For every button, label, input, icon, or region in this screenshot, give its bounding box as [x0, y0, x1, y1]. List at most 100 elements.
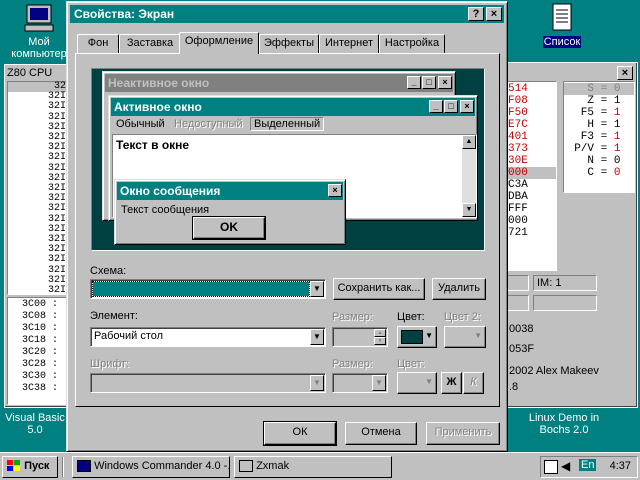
computer-icon — [24, 4, 54, 32]
flag-row: H = 1 — [587, 119, 621, 131]
preview-message-ok-button[interactable]: OK — [192, 216, 266, 240]
color2-picker-button: ▼ — [444, 326, 486, 348]
speaker-icon[interactable]: ◀ — [561, 459, 570, 473]
preview-window-text: Текст в окне — [116, 138, 190, 152]
memory-row: 3C18 : — [22, 335, 59, 346]
color-picker-button[interactable]: ▼ — [397, 326, 437, 348]
disasm-row: 32I — [47, 285, 66, 297]
font-color-label: Цвет: — [397, 358, 425, 370]
flag-row: N = 0 — [587, 155, 621, 167]
hex-row: 000 — [508, 167, 556, 179]
taskbar-item-zxmak[interactable]: Zxmak — [234, 456, 392, 478]
register-hex-list: 514 F08 F50 E7C 401 373 30E 000 C3A DBA … — [507, 81, 557, 271]
minimize-icon: _ — [429, 100, 443, 113]
credit-text: 2002 Alex Makeev — [509, 365, 599, 377]
desktop-icon-label: Список — [542, 36, 582, 48]
desktop-icon-label: Мой компьютер — [11, 36, 67, 60]
scheduler-icon[interactable] — [544, 460, 558, 474]
memory-dump[interactable]: 3C00 : 3C08 : 3C10 : 3C18 : 3C20 : 3C28 … — [7, 297, 69, 405]
preview-message-box[interactable]: Окно сообщения × Текст сообщения OK — [114, 179, 346, 245]
italic-button: К — [463, 372, 484, 394]
preview-inactive-titlebar: Неактивное окно _ □ × — [105, 74, 453, 92]
hex-row: 721 — [508, 227, 528, 239]
save-as-button[interactable]: Сохранить как... — [333, 278, 425, 300]
start-label: Пуск — [24, 460, 50, 472]
preview-message-titlebar: Окно сообщения × — [117, 182, 343, 200]
im-field: IM: 1 — [533, 275, 597, 291]
scheme-label: Схема: — [90, 265, 127, 277]
spinner-up-icon: ▲ — [374, 329, 386, 337]
scheme-select[interactable]: ▼ — [90, 279, 326, 299]
desktop-icon-list[interactable]: Список — [527, 2, 597, 48]
dialog-titlebar[interactable]: Свойства: Экран ? × — [70, 5, 504, 23]
taskbar-item-label: Zxmak — [256, 460, 290, 472]
tab-screensaver[interactable]: Заставка — [119, 34, 181, 53]
desktop-icon-linux-demo[interactable]: Linux Demo in Bochs 2.0 — [524, 412, 604, 436]
hex-row: 514 — [508, 83, 528, 95]
language-indicator[interactable]: En — [579, 459, 597, 471]
preview-scrollbar: ▲ ▼ — [462, 135, 476, 217]
chevron-down-icon[interactable]: ▼ — [310, 281, 324, 297]
tab-effects[interactable]: Эффекты — [259, 34, 319, 53]
cancel-button[interactable]: Отмена — [345, 422, 417, 445]
apply-button: Применить — [426, 422, 500, 445]
preview-active-titlebar: Активное окно _ □ × — [111, 98, 475, 116]
help-button[interactable]: ? — [468, 7, 484, 21]
element-select[interactable]: Рабочий стол ▼ — [90, 327, 326, 347]
preview-active-title: Активное окно — [114, 100, 202, 114]
preview-menu-normal: Обычный — [116, 118, 165, 130]
zxmak-close-button[interactable]: × — [617, 66, 633, 80]
delete-scheme-button[interactable]: Удалить — [432, 278, 486, 300]
tab-internet[interactable]: Интернет — [319, 34, 379, 53]
close-button[interactable]: × — [486, 7, 502, 21]
taskbar: Пуск Windows Commander 4.0 -... Zxmak ◀ … — [0, 452, 640, 480]
tab-background[interactable]: Фон — [77, 34, 119, 53]
preview-inactive-title: Неактивное окно — [108, 76, 210, 90]
desktop-icon-label: Linux Demo in Bochs 2.0 — [528, 412, 600, 436]
clock[interactable]: 4:37 — [610, 460, 631, 472]
desktop-icon-my-computer[interactable]: Мой компьютер — [4, 2, 74, 60]
appearance-preview[interactable]: Неактивное окно _ □ × Активное окно _ □ … — [91, 68, 485, 251]
font-size-select: ▼ — [332, 373, 388, 393]
maximize-icon: □ — [444, 100, 458, 113]
addr-value-1: 0038 — [509, 323, 534, 335]
preview-message-title: Окно сообщения — [120, 184, 221, 198]
chevron-down-icon[interactable]: ▼ — [310, 329, 324, 345]
bold-button: Ж — [441, 372, 462, 394]
desktop-icon-visual-basic[interactable]: Visual Basic 5.0 — [2, 412, 68, 436]
document-icon — [552, 3, 572, 31]
ok-button[interactable]: ОК — [263, 421, 337, 446]
memory-row: 3C08 : — [22, 311, 59, 322]
element-label: Элемент: — [90, 310, 138, 322]
memory-row: 3C30 : — [22, 371, 59, 382]
size-label: Размер: — [332, 311, 373, 323]
start-button[interactable]: Пуск — [2, 456, 58, 478]
disasm-list[interactable]: 32 32I 32I 32I 32I 32I 32I 32I 32I 32I 3… — [7, 81, 69, 297]
desktop-icon-label: Visual Basic 5.0 — [5, 412, 65, 436]
cpu-panel-title: Z80 CPU — [7, 67, 53, 79]
addr-value-2: 053F — [509, 343, 535, 355]
minimize-icon: _ — [407, 76, 421, 89]
system-tray: ◀ En 4:37 — [540, 456, 638, 478]
close-icon: × — [438, 76, 452, 89]
memory-row: 3C20 : — [22, 347, 59, 358]
font-color-button: ▼ — [397, 372, 437, 394]
reg-field-b — [507, 295, 529, 311]
hex-row: E7C — [508, 119, 528, 131]
memory-row: 3C10 : — [22, 323, 59, 334]
chevron-down-icon: ▼ — [425, 331, 433, 340]
spinner-down-icon: ▼ — [374, 337, 386, 345]
tab-settings[interactable]: Настройка — [379, 34, 445, 53]
taskbar-item-windows-commander[interactable]: Windows Commander 4.0 -... — [72, 456, 230, 478]
hex-row: 373 — [508, 143, 528, 155]
im-value: IM: 1 — [537, 277, 562, 289]
flag-row: F3 = 1 — [580, 131, 621, 143]
font-label: Шрифт: — [90, 358, 130, 370]
chevron-down-icon: ▼ — [474, 331, 482, 340]
hex-row: FFF — [508, 203, 528, 215]
tab-appearance[interactable]: Оформление — [179, 32, 259, 54]
flag-row: P/V = 1 — [574, 143, 621, 155]
zxmak-registers-panel: × 514 F08 F50 E7C 401 373 30E 000 C3A DB… — [506, 62, 638, 408]
color2-label: Цвет 2: — [444, 311, 481, 323]
close-icon: × — [328, 184, 342, 197]
